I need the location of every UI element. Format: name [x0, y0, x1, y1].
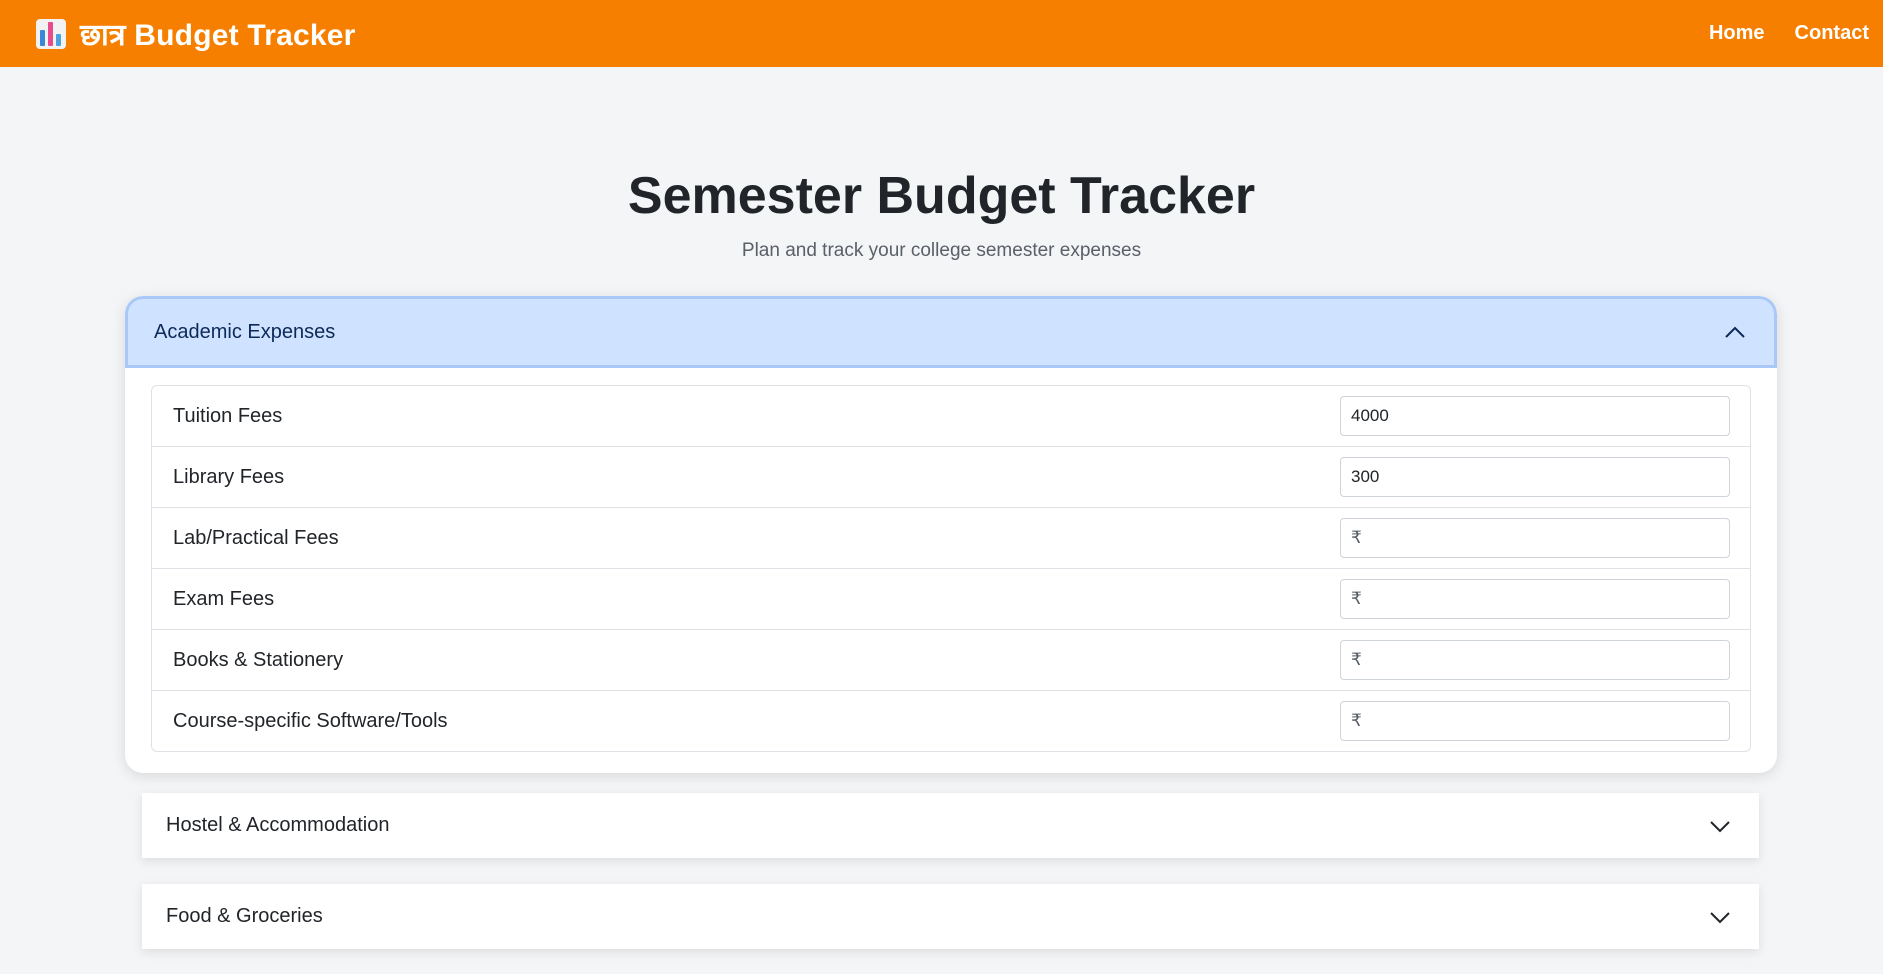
navbar: छात्र Budget Tracker Home Contact — [0, 0, 1883, 67]
brand-title: छात्र Budget Tracker — [80, 19, 356, 52]
brand[interactable]: छात्र Budget Tracker — [36, 13, 356, 54]
expense-row-library: Library Fees — [152, 447, 1750, 508]
expense-row-tuition: Tuition Fees — [152, 386, 1750, 447]
expense-label: Books & Stationery — [173, 648, 344, 671]
bar-chart-icon — [36, 18, 66, 49]
expense-label: Library Fees — [173, 465, 285, 488]
expense-row-lab: Lab/Practical Fees — [152, 508, 1750, 569]
books-stationery-input[interactable] — [1340, 640, 1730, 680]
page-subtitle: Plan and track your college semester exp… — [741, 240, 1142, 261]
expense-label: Exam Fees — [173, 587, 275, 610]
accordion-header-hostel[interactable]: Hostel & Accommodation — [142, 793, 1759, 858]
nav-link-contact[interactable]: Contact — [1795, 22, 1869, 45]
software-tools-input[interactable] — [1340, 701, 1730, 741]
expense-table: Tuition Fees Library Fees Lab/Practical … — [151, 385, 1751, 752]
expense-label: Lab/Practical Fees — [173, 526, 339, 549]
accordion-label-hostel: Hostel & Accommodation — [166, 814, 390, 836]
accordion-label-food: Food & Groceries — [166, 905, 323, 927]
expense-row-exam: Exam Fees — [152, 569, 1750, 630]
nav-link-home[interactable]: Home — [1709, 22, 1765, 45]
accordion-header-food[interactable]: Food & Groceries — [142, 884, 1759, 949]
chevron-down-icon — [1710, 820, 1730, 832]
accordion-academic-expenses: Academic Expenses Tuition Fees Library F… — [125, 296, 1777, 773]
expense-label: Tuition Fees — [173, 404, 283, 427]
nav-links: Home Contact — [1709, 22, 1869, 45]
accordion-label-academic: Academic Expenses — [154, 320, 336, 343]
chevron-up-icon — [1725, 326, 1745, 338]
page-title: Semester Budget Tracker — [627, 167, 1256, 225]
accordion-header-academic[interactable]: Academic Expenses — [125, 296, 1777, 368]
chevron-down-icon — [1710, 911, 1730, 923]
expense-row-books: Books & Stationery — [152, 630, 1750, 691]
lab-fees-input[interactable] — [1340, 518, 1730, 558]
exam-fees-input[interactable] — [1340, 579, 1730, 619]
expense-label: Course-specific Software/Tools — [173, 709, 448, 732]
library-fees-input[interactable] — [1340, 457, 1730, 497]
tuition-fees-input[interactable] — [1340, 396, 1730, 436]
expense-row-software: Course-specific Software/Tools — [152, 691, 1750, 751]
